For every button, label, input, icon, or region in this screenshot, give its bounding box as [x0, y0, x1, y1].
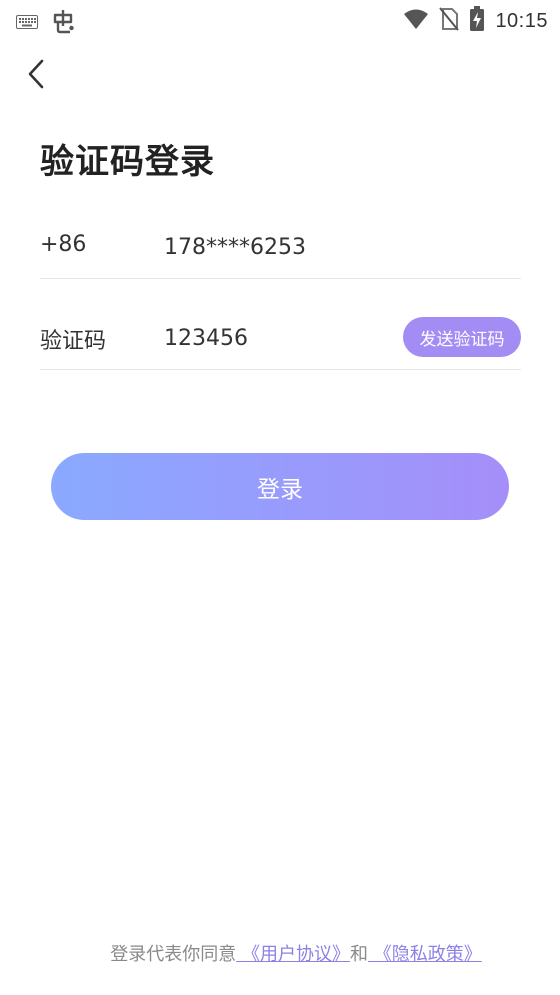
send-code-button[interactable]: 发送验证码	[403, 317, 521, 357]
page-title: 验证码登录	[40, 142, 215, 182]
chevron-left-icon	[27, 59, 45, 93]
status-time: 10:15	[495, 9, 548, 32]
login-button[interactable]: 登录	[51, 453, 509, 520]
code-row: 验证码 发送验证码	[40, 309, 521, 370]
phone-input[interactable]	[164, 230, 394, 264]
keyboard-icon	[16, 14, 38, 33]
status-bar: 10:15	[0, 0, 560, 40]
wifi-icon	[403, 8, 429, 34]
user-agreement-link[interactable]: 《用户协议》	[236, 944, 350, 965]
country-code-selector[interactable]: +86	[40, 232, 86, 257]
status-bar-left	[16, 8, 76, 38]
agreement-prefix: 登录代表你同意	[110, 944, 237, 965]
battery-charging-icon	[469, 6, 485, 36]
privacy-policy-link[interactable]: 《隐私政策》	[368, 944, 482, 965]
code-label: 验证码	[40, 329, 107, 354]
phone-row: +86	[40, 218, 521, 279]
back-button[interactable]	[18, 56, 54, 96]
agreement-text: 登录代表你同意 《用户协议》和 《隐私政策》	[16, 940, 560, 966]
code-input[interactable]	[164, 321, 394, 355]
agreement-and: 和	[350, 944, 368, 965]
bug-icon	[50, 8, 76, 38]
status-bar-right: 10:15	[403, 6, 548, 36]
no-sim-icon	[439, 7, 460, 35]
